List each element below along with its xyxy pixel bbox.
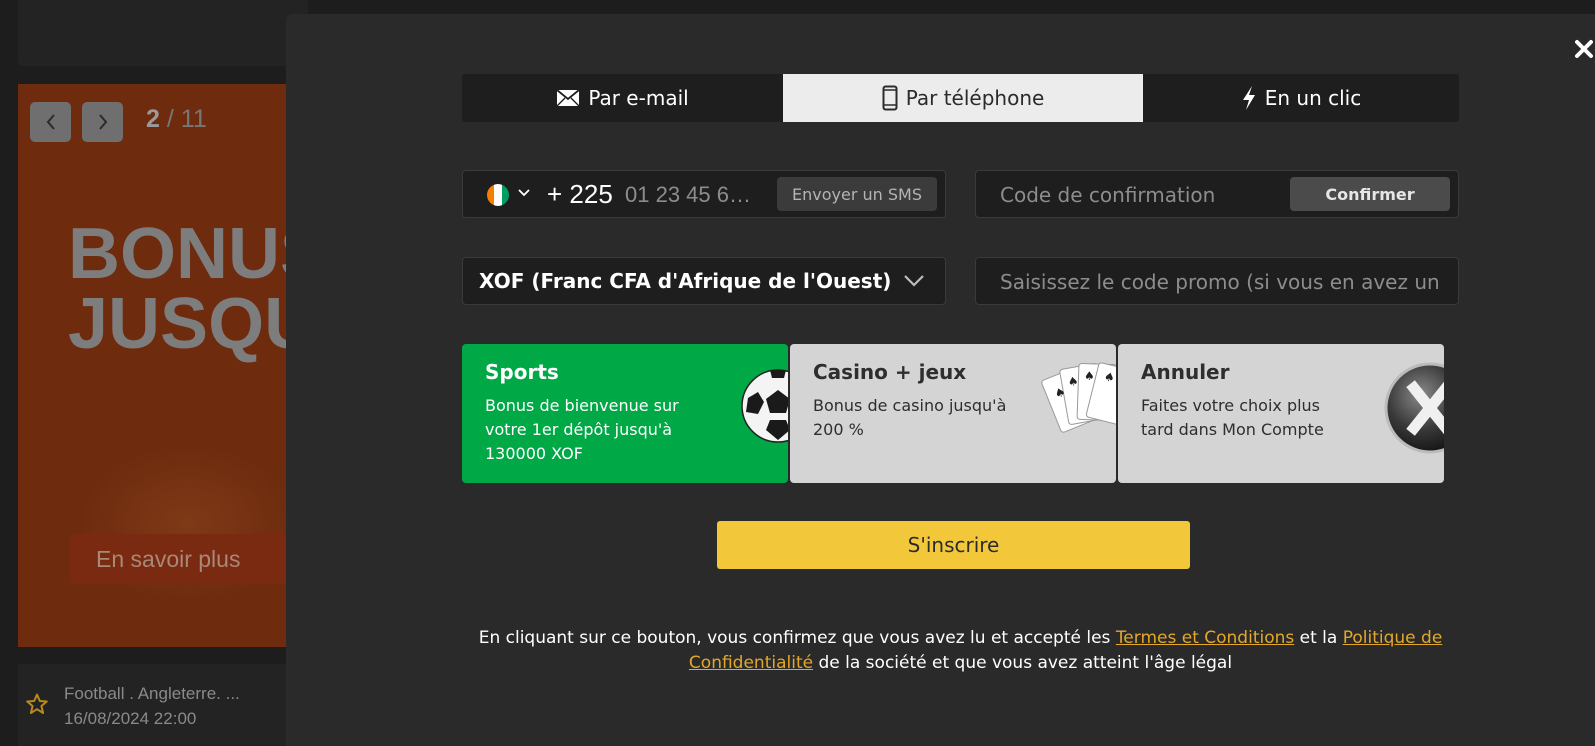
bonus-card-cancel[interactable]: Annuler Faites votre choix plus tard dan… <box>1118 344 1444 483</box>
carousel-counter: 2 / 11 <box>146 105 207 134</box>
bonus-cancel-description: Faites votre choix plus tard dans Mon Co… <box>1141 396 1324 439</box>
dial-code: + 225 <box>547 179 613 209</box>
tab-phone-label: Par téléphone <box>905 86 1045 110</box>
legal-text-middle: et la <box>1294 628 1343 648</box>
promo-code-input[interactable] <box>998 268 1442 296</box>
legal-notice: En cliquant sur ce bouton, vous confirme… <box>462 626 1459 676</box>
bonus-card-casino[interactable]: Casino + jeux Bonus de casino jusqu'à 20… <box>790 344 1116 483</box>
chevron-down-icon <box>904 275 924 287</box>
tab-one-click[interactable]: En un clic <box>1143 74 1459 122</box>
promo-banner: 2 / 11 BONUS JUSQU' En savoir plus <box>18 84 308 647</box>
learn-more-button[interactable]: En savoir plus <box>70 534 300 584</box>
phone-number-field: + 225 Envoyer un SMS <box>462 170 946 218</box>
background-top-bar <box>18 0 308 66</box>
soccer-ball-icon <box>741 369 788 443</box>
bonus-sports-description: Bonus de bienvenue sur votre 1er dépôt j… <box>485 396 679 463</box>
banner-headline-line1: BONUS <box>68 214 308 294</box>
ivory-coast-flag-icon[interactable] <box>487 184 509 206</box>
chevron-right-icon <box>98 114 107 130</box>
playing-cards-icon: ♠ ♠ ♠ ♠ <box>1041 362 1116 433</box>
currency-value: XOF (Franc CFA d'Afrique de l'Ouest) <box>479 269 892 293</box>
bonus-casino-description: Bonus de casino jusqu'à 200 % <box>813 396 1007 439</box>
confirmation-code-field: Confirmer <box>975 170 1459 218</box>
registration-modal: Par e-mail Par téléphone En un clic + 22… <box>286 14 1595 746</box>
carousel-total: 11 <box>180 105 207 133</box>
tab-email[interactable]: Par e-mail <box>462 74 783 122</box>
carousel-next-button[interactable] <box>82 102 123 142</box>
phone-input[interactable] <box>623 181 762 209</box>
svg-text:♠: ♠ <box>1084 369 1095 383</box>
currency-select[interactable]: XOF (Franc CFA d'Afrique de l'Ouest) <box>462 257 946 305</box>
legal-text-before: En cliquant sur ce bouton, vous confirme… <box>478 628 1116 648</box>
terms-link[interactable]: Termes et Conditions <box>1116 628 1294 648</box>
bonus-cancel-title: Annuler <box>1141 360 1230 384</box>
signup-button[interactable]: S'inscrire <box>717 521 1190 569</box>
banner-headline-line2: JUSQU' <box>68 284 308 364</box>
chevron-down-icon[interactable] <box>518 189 530 197</box>
legal-text-after: de la société et que vous avez atteint l… <box>813 653 1233 673</box>
tab-phone[interactable]: Par téléphone <box>783 74 1143 122</box>
bonus-sports-title: Sports <box>485 360 559 384</box>
cancel-x-icon <box>1384 362 1444 454</box>
star-icon[interactable] <box>25 692 49 716</box>
tab-email-label: Par e-mail <box>588 86 689 110</box>
close-button[interactable] <box>1571 36 1595 66</box>
carousel-prev-button[interactable] <box>30 102 71 142</box>
phone-icon <box>882 85 898 111</box>
banner-headline: BONUS JUSQU' <box>68 214 308 364</box>
confirmation-code-input[interactable] <box>998 181 1282 209</box>
chevron-left-icon <box>46 114 55 130</box>
confirm-button[interactable]: Confirmer <box>1290 177 1450 211</box>
carousel-separator: / <box>166 105 174 133</box>
event-datetime: 16/08/2024 22:00 <box>64 709 197 728</box>
envelope-icon <box>556 89 580 107</box>
event-item[interactable]: Football . Angleterre. ... 16/08/2024 22… <box>18 664 308 746</box>
close-icon <box>1575 40 1593 58</box>
lightning-icon <box>1242 86 1255 110</box>
promo-code-field <box>975 257 1459 305</box>
carousel-current: 2 <box>146 105 160 133</box>
tab-one-click-label: En un clic <box>1264 86 1362 110</box>
bonus-card-sports[interactable]: Sports Bonus de bienvenue sur votre 1er … <box>462 344 788 483</box>
send-sms-button[interactable]: Envoyer un SMS <box>777 177 937 211</box>
registration-method-tabs: Par e-mail Par téléphone En un clic <box>462 74 1459 122</box>
event-title: Football . Angleterre. ... <box>64 684 240 703</box>
